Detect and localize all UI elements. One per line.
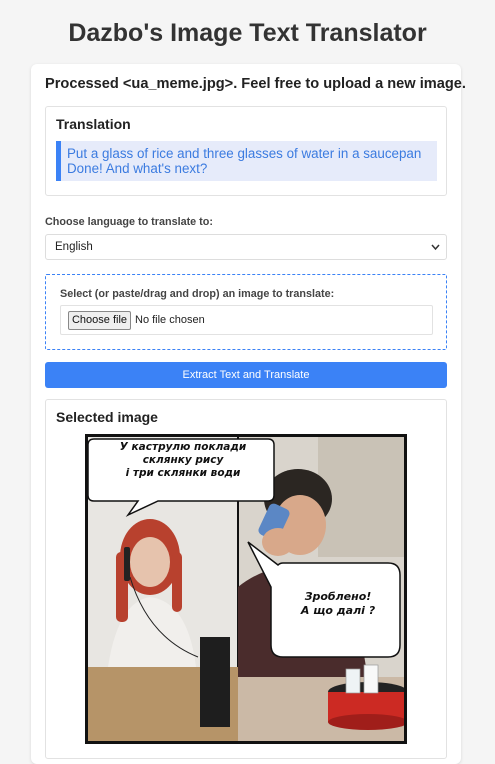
page-title: Dazbo's Image Text Translator [68,19,427,47]
file-status: No file chosen [135,314,205,326]
language-label: Choose language to translate to: [45,216,213,228]
language-selected-value: English [55,241,93,253]
meme-illustration [88,437,404,741]
status-message: Processed <ua_meme.jpg>. Feel free to up… [45,76,466,92]
file-input[interactable]: Choose file No file chosen [60,305,433,335]
meme-image: У каструлю поклади склянку рису і три ск… [85,434,407,744]
meme-bubble-1-line-3: і три склянки води [125,467,241,479]
meme-bubble-2: Зроблено! А що далі ? [278,590,398,618]
translation-heading: Translation [56,116,131,132]
translation-panel: Translation Put a glass of rice and thre… [45,106,447,196]
choose-file-button[interactable]: Choose file [68,311,131,330]
translation-line-2: Done! And what's next? [67,161,208,176]
extract-translate-button[interactable]: Extract Text and Translate [45,362,447,388]
meme-bubble-1: У каструлю поклади склянку рису і три ск… [98,441,268,480]
main-card: Processed <ua_meme.jpg>. Feel free to up… [31,64,466,764]
translation-line-1: Put a glass of rice and three glasses of… [67,146,422,161]
image-dropzone[interactable]: Select (or paste/drag and drop) an image… [45,274,447,350]
meme-bubble-2-line-1: Зроблено! [304,590,372,603]
meme-bubble-1-line-1: У каструлю поклади [119,441,247,453]
selected-image-heading: Selected image [56,409,158,425]
meme-bubble-2-line-2: А що далі ? [300,604,376,617]
translation-output: Put a glass of rice and three glasses of… [56,141,437,181]
language-select[interactable]: English [45,234,447,260]
chevron-down-icon [431,235,440,269]
meme-bubble-1-line-2: склянку рису [142,454,224,466]
upload-label: Select (or paste/drag and drop) an image… [60,288,335,300]
selected-image-panel: Selected image У каструлю поклади склянк… [45,399,447,759]
